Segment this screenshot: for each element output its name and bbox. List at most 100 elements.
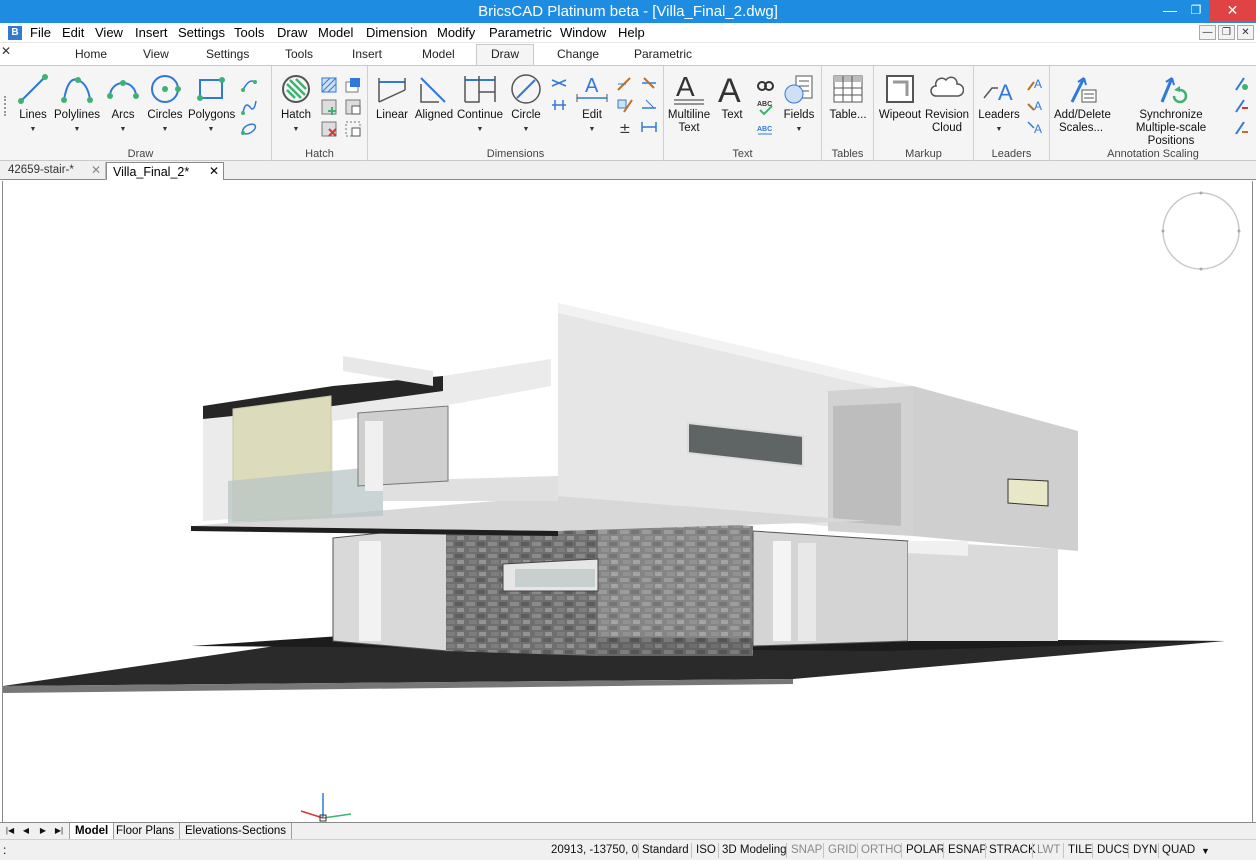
menu-settings[interactable]: Settings bbox=[178, 25, 225, 40]
add-delete-scales-button[interactable]: Add/Delete Scales... bbox=[1054, 72, 1111, 135]
dim-reassociate-icon[interactable] bbox=[640, 96, 658, 114]
polygons-button[interactable]: Polygons ▼ bbox=[188, 72, 235, 136]
status-snap[interactable]: SNAP bbox=[791, 844, 822, 856]
lines-button[interactable]: Lines ▼ bbox=[14, 72, 52, 136]
gradient-icon[interactable] bbox=[344, 76, 362, 94]
menu-modify[interactable]: Modify bbox=[437, 25, 475, 40]
leader-remove-icon[interactable]: A bbox=[1026, 96, 1044, 114]
menu-draw[interactable]: Draw bbox=[277, 25, 307, 40]
hatch-remove-icon[interactable] bbox=[320, 120, 338, 138]
aligned-dim-button[interactable]: Aligned bbox=[414, 72, 454, 122]
close-button[interactable]: ✕ bbox=[1209, 0, 1256, 21]
leader-add-icon[interactable]: A bbox=[1026, 74, 1044, 92]
text-button[interactable]: A Text bbox=[714, 72, 750, 122]
status-dim-style[interactable]: ISO bbox=[696, 844, 716, 856]
status-strack[interactable]: STRACK bbox=[989, 844, 1036, 856]
tab-parametric[interactable]: Parametric bbox=[634, 47, 692, 61]
multiline-text-button[interactable]: A Multiline Text bbox=[666, 72, 712, 135]
status-dyn[interactable]: DYN bbox=[1133, 844, 1157, 856]
circles-button[interactable]: Circles ▼ bbox=[146, 72, 184, 136]
table-button[interactable]: Table... bbox=[826, 72, 870, 122]
spellcheck-icon[interactable]: ABC bbox=[756, 98, 774, 116]
menu-parametric[interactable]: Parametric bbox=[489, 25, 552, 40]
menu-model[interactable]: Model bbox=[318, 25, 353, 40]
point-tool-icon[interactable] bbox=[240, 76, 258, 94]
prev-layout-button[interactable]: ◀ bbox=[19, 825, 33, 837]
hatch-button[interactable]: Hatch ▼ bbox=[276, 72, 316, 136]
menu-file[interactable]: File bbox=[30, 25, 51, 40]
status-ortho[interactable]: ORTHO bbox=[861, 844, 902, 856]
tab-change[interactable]: Change bbox=[557, 47, 599, 61]
scale-reset-icon[interactable] bbox=[1232, 118, 1250, 136]
layout-tab-model[interactable]: Model bbox=[69, 823, 115, 840]
doc-close-button[interactable]: ✕ bbox=[1237, 25, 1254, 40]
status-grid[interactable]: GRID bbox=[828, 844, 857, 856]
status-ducs[interactable]: DUCS bbox=[1097, 844, 1130, 856]
plus-minus-icon[interactable]: ± bbox=[616, 118, 634, 136]
first-layout-button[interactable]: |◀ bbox=[3, 825, 17, 837]
edit-dim-button[interactable]: A Edit ▼ bbox=[572, 72, 612, 136]
hatch-edit-icon[interactable] bbox=[344, 98, 362, 116]
tab-view[interactable]: View bbox=[143, 47, 169, 61]
menu-edit[interactable]: Edit bbox=[62, 25, 84, 40]
circle-dim-button[interactable]: Circle ▼ bbox=[506, 72, 546, 136]
dim-override-icon[interactable] bbox=[616, 96, 634, 114]
tab-model[interactable]: Model bbox=[422, 47, 455, 61]
app-icon[interactable]: B bbox=[8, 26, 22, 40]
status-polar[interactable]: POLAR bbox=[906, 844, 945, 856]
menu-view[interactable]: View bbox=[95, 25, 123, 40]
doc-minimize-button[interactable]: — bbox=[1199, 25, 1216, 40]
restore-button[interactable]: ❐ bbox=[1183, 0, 1209, 21]
model-viewport[interactable] bbox=[2, 181, 1253, 822]
revision-cloud-button[interactable]: Revision Cloud bbox=[924, 72, 970, 135]
status-tile[interactable]: TILE bbox=[1068, 844, 1092, 856]
fields-button[interactable]: Fields ▼ bbox=[780, 72, 818, 136]
hatch-pattern-icon[interactable] bbox=[320, 76, 338, 94]
next-layout-button[interactable]: ▶ bbox=[36, 825, 50, 837]
status-lwt[interactable]: LWT bbox=[1037, 844, 1060, 856]
spline-tool-icon[interactable] bbox=[240, 98, 258, 116]
tab-home[interactable]: Home bbox=[75, 47, 107, 61]
dim-style-icon[interactable] bbox=[616, 74, 634, 92]
find-text-icon[interactable] bbox=[756, 76, 774, 94]
ribbon-close-icon[interactable]: ✕ bbox=[1, 44, 11, 58]
linear-dim-button[interactable]: Linear bbox=[372, 72, 412, 122]
dim-update-icon[interactable] bbox=[640, 74, 658, 92]
status-esnap[interactable]: ESNAP bbox=[948, 844, 987, 856]
hatch-add-icon[interactable] bbox=[320, 98, 338, 116]
ribbon-grip[interactable] bbox=[4, 96, 7, 116]
command-prompt[interactable]: : bbox=[3, 843, 6, 857]
text-scale-icon[interactable]: ABC bbox=[756, 120, 774, 138]
doc-tab-stair[interactable]: 42659-stair-* ✕ bbox=[2, 162, 106, 180]
doc-tab-villa[interactable]: Villa_Final_2* ✕ bbox=[106, 162, 224, 180]
doc-tab-stair-close-icon[interactable]: ✕ bbox=[91, 163, 101, 177]
layout-tab-floor-plans[interactable]: Floor Plans bbox=[111, 823, 181, 840]
dim-oblique-icon[interactable] bbox=[640, 118, 658, 136]
tab-tools[interactable]: Tools bbox=[285, 47, 313, 61]
last-layout-button[interactable]: ▶| bbox=[52, 825, 66, 837]
dim-break-icon[interactable] bbox=[550, 74, 568, 92]
status-text-style[interactable]: Standard bbox=[642, 844, 689, 856]
dim-space-icon[interactable] bbox=[550, 96, 568, 114]
arcs-button[interactable]: Arcs ▼ bbox=[104, 72, 142, 136]
status-quad[interactable]: QUAD bbox=[1162, 844, 1195, 856]
tab-insert[interactable]: Insert bbox=[352, 47, 382, 61]
menu-window[interactable]: Window bbox=[560, 25, 606, 40]
scale-add-icon[interactable] bbox=[1232, 74, 1250, 92]
minimize-button[interactable]: — bbox=[1157, 0, 1183, 21]
tab-draw[interactable]: Draw bbox=[476, 44, 535, 66]
status-menu-chevron-down-icon[interactable]: ▼ bbox=[1201, 846, 1210, 856]
menu-tools[interactable]: Tools bbox=[234, 25, 264, 40]
status-workspace[interactable]: 3D Modeling bbox=[722, 844, 787, 856]
menu-help[interactable]: Help bbox=[618, 25, 645, 40]
boundary-icon[interactable] bbox=[344, 120, 362, 138]
polylines-button[interactable]: Polylines ▼ bbox=[54, 72, 100, 136]
doc-tab-villa-close-icon[interactable]: ✕ bbox=[209, 164, 219, 178]
leader-align-icon[interactable]: A bbox=[1026, 118, 1044, 136]
leaders-button[interactable]: A Leaders ▼ bbox=[976, 72, 1022, 136]
ellipse-tool-icon[interactable] bbox=[240, 120, 258, 138]
doc-restore-button[interactable]: ❐ bbox=[1218, 25, 1235, 40]
tab-settings[interactable]: Settings bbox=[206, 47, 249, 61]
synchronize-button[interactable]: Synchronize Multiple-scale Positions bbox=[1112, 72, 1230, 148]
menu-insert[interactable]: Insert bbox=[135, 25, 168, 40]
